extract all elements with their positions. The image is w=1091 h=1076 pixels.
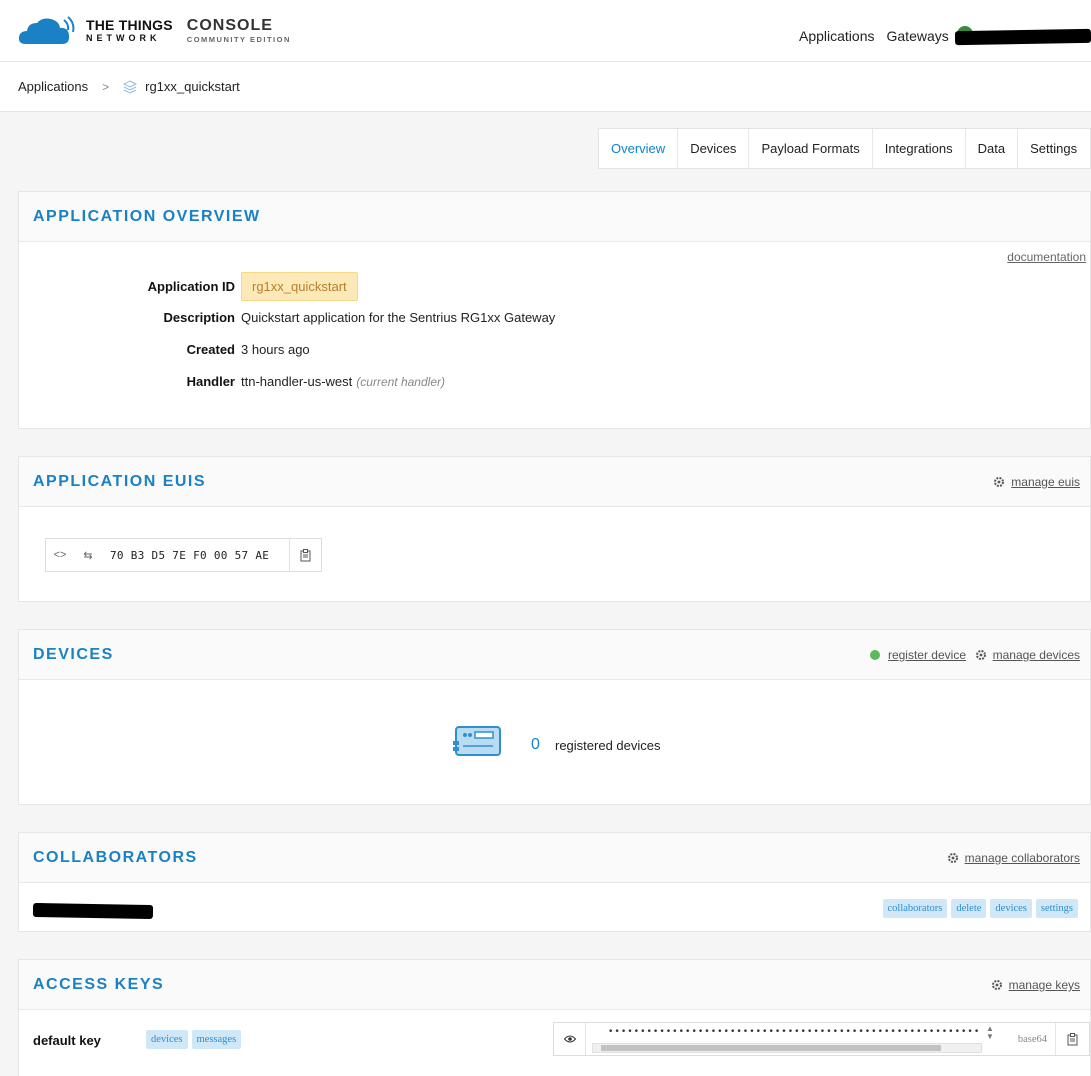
key-rights: devices messages bbox=[146, 1030, 242, 1049]
manage-devices-link[interactable]: manage devices bbox=[975, 648, 1080, 662]
eui-field: <> ⇆ 70 B3 D5 7E F0 00 57 AE bbox=[45, 538, 322, 572]
tab-overview[interactable]: Overview bbox=[599, 129, 677, 168]
collaborators-card: COLLABORATORS manage collaborators colla… bbox=[18, 832, 1091, 932]
manage-keys-link[interactable]: manage keys bbox=[991, 978, 1080, 992]
manage-euis-label: manage euis bbox=[1011, 475, 1080, 489]
manage-collaborators-link[interactable]: manage collaborators bbox=[947, 851, 1080, 865]
handler-row: Handler ttn-handler-us-west (current han… bbox=[19, 374, 445, 389]
access-keys-title: ACCESS KEYS bbox=[33, 975, 165, 993]
spinner-arrows-icon[interactable]: ▲ ▼ bbox=[986, 1025, 994, 1041]
eye-icon[interactable] bbox=[554, 1023, 586, 1055]
access-key-field: ••••••••••••••••••••••••••••••••••••••••… bbox=[553, 1022, 1090, 1056]
access-keys-card: ACCESS KEYS manage keys default key devi… bbox=[18, 959, 1091, 1076]
breadcrumb-separator: > bbox=[102, 79, 110, 94]
breadcrumb-applications[interactable]: Applications bbox=[18, 79, 88, 94]
redacted-username[interactable] bbox=[954, 28, 1091, 46]
breadcrumb: Applications > rg1xx_quickstart bbox=[0, 62, 1091, 112]
cloud-logo-icon bbox=[18, 15, 75, 44]
description-value: Quickstart application for the Sentrius … bbox=[241, 310, 556, 325]
application-stack-icon bbox=[123, 79, 138, 94]
toggle-format-icon[interactable]: <> bbox=[46, 539, 74, 571]
top-header: THE THINGS NETWORK CONSOLE COMMUNITY EDI… bbox=[0, 0, 1091, 62]
app-tabs: Overview Devices Payload Formats Integra… bbox=[598, 128, 1091, 169]
right-badge-settings: settings bbox=[1035, 899, 1078, 918]
euis-card: APPLICATION EUIS manage euis <> ⇆ 70 B3 … bbox=[18, 456, 1091, 602]
overview-card: APPLICATION OVERVIEW documentation Appli… bbox=[18, 191, 1091, 429]
copy-icon[interactable] bbox=[289, 539, 321, 571]
copy-icon[interactable] bbox=[1055, 1023, 1089, 1055]
right-badge-devices: devices bbox=[990, 899, 1032, 918]
tab-data[interactable]: Data bbox=[964, 129, 1017, 168]
tab-settings[interactable]: Settings bbox=[1017, 129, 1089, 168]
right-badge-delete: delete bbox=[951, 899, 987, 918]
redacted-collaborator-name bbox=[32, 902, 154, 920]
manage-keys-label: manage keys bbox=[1008, 978, 1080, 992]
key-value-area[interactable]: ••••••••••••••••••••••••••••••••••••••••… bbox=[586, 1023, 1010, 1055]
handler-value: ttn-handler-us-west bbox=[241, 374, 353, 389]
right-badge-collaborators: collaborators bbox=[882, 899, 948, 918]
top-nav: Applications Gateways bbox=[799, 28, 949, 44]
tab-integrations[interactable]: Integrations bbox=[871, 129, 965, 168]
created-label: Created bbox=[186, 342, 235, 357]
gear-icon bbox=[975, 650, 986, 660]
created-value: 3 hours ago bbox=[241, 342, 310, 357]
device-count-label: registered devices bbox=[555, 738, 661, 753]
manage-devices-label: manage devices bbox=[992, 648, 1080, 662]
nav-gateways[interactable]: Gateways bbox=[887, 28, 949, 44]
tab-devices[interactable]: Devices bbox=[677, 129, 748, 168]
eui-value: 70 B3 D5 7E F0 00 57 AE bbox=[110, 548, 270, 562]
horizontal-scrollbar[interactable] bbox=[592, 1043, 982, 1053]
ttn-logo[interactable]: THE THINGS NETWORK CONSOLE COMMUNITY EDI… bbox=[18, 15, 291, 46]
brand-line1: THE THINGS bbox=[86, 17, 173, 33]
tab-payload-formats[interactable]: Payload Formats bbox=[748, 129, 871, 168]
handler-label: Handler bbox=[186, 374, 235, 389]
breadcrumb-current[interactable]: rg1xx_quickstart bbox=[145, 79, 240, 94]
handler-note: (current handler) bbox=[356, 374, 445, 389]
gear-icon bbox=[991, 980, 1002, 990]
description-label: Description bbox=[163, 310, 235, 325]
euis-title: APPLICATION EUIS bbox=[33, 472, 207, 490]
overview-title: APPLICATION OVERVIEW bbox=[33, 207, 261, 225]
manage-euis-link[interactable]: manage euis bbox=[993, 475, 1080, 489]
key-name: default key bbox=[33, 1033, 101, 1048]
swap-byte-order-icon[interactable]: ⇆ bbox=[74, 539, 102, 571]
register-device-link[interactable]: register device bbox=[869, 648, 966, 662]
gear-icon bbox=[994, 477, 1005, 487]
register-device-label: register device bbox=[887, 648, 966, 662]
key-right-messages: messages bbox=[191, 1030, 242, 1049]
collaborator-rights: collaborators delete devices settings bbox=[882, 899, 1078, 918]
devices-title: DEVICES bbox=[33, 645, 114, 663]
application-id-chip: rg1xx_quickstart bbox=[241, 272, 358, 301]
device-board-icon bbox=[453, 726, 501, 756]
nav-applications[interactable]: Applications bbox=[799, 28, 875, 44]
application-id-label: Application ID bbox=[147, 279, 235, 294]
scrollbar-thumb[interactable] bbox=[601, 1045, 941, 1051]
console-label: CONSOLE bbox=[186, 16, 273, 34]
description-row: Description Quickstart application for t… bbox=[19, 310, 555, 325]
key-right-devices: devices bbox=[146, 1030, 188, 1049]
encoding-label[interactable]: base64 bbox=[1010, 1034, 1055, 1045]
created-row: Created 3 hours ago bbox=[19, 342, 310, 357]
devices-card: DEVICES register device manage devices 0… bbox=[18, 629, 1091, 805]
edition-label: COMMUNITY EDITION bbox=[186, 34, 291, 44]
application-id-row: Application ID rg1xx_quickstart bbox=[19, 272, 358, 301]
gear-icon bbox=[947, 853, 958, 863]
brand-line2: NETWORK bbox=[86, 33, 161, 43]
device-count: 0 bbox=[531, 736, 540, 753]
manage-collaborators-label: manage collaborators bbox=[964, 851, 1080, 865]
add-device-icon bbox=[869, 650, 880, 660]
documentation-link[interactable]: documentation bbox=[1007, 250, 1086, 264]
collaborators-title: COLLABORATORS bbox=[33, 848, 198, 866]
masked-key-value: ••••••••••••••••••••••••••••••••••••••••… bbox=[608, 1027, 978, 1037]
